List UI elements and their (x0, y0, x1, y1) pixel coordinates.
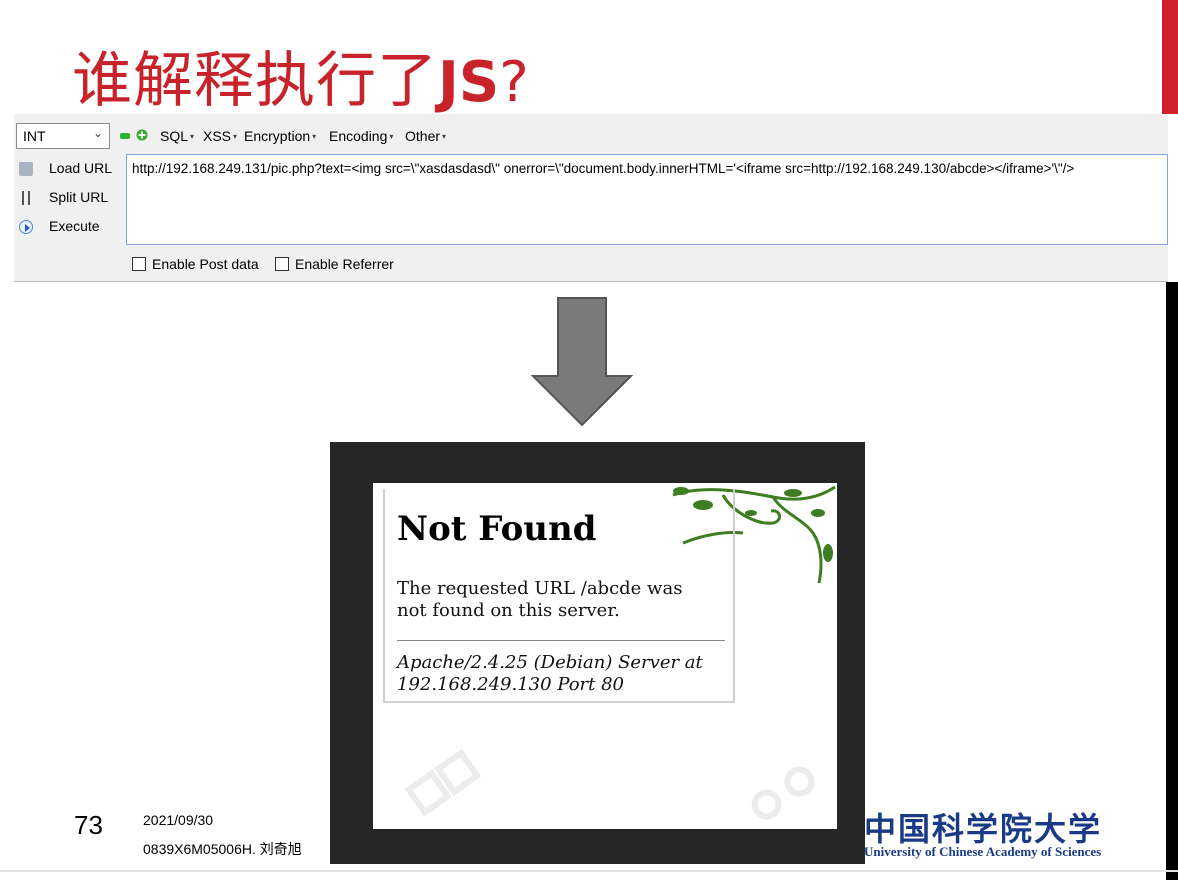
menu-other-label: Other (405, 128, 441, 144)
chevron-down-icon: ⌄ (92, 126, 103, 140)
menu-arrow-icon: ▾ (389, 132, 394, 141)
result-screenshot-frame: Not Found The requested URL /abcde was n… (330, 442, 865, 864)
enable-referrer-label: Enable Referrer (295, 256, 394, 272)
menu-encoding-label: Encoding (329, 128, 388, 144)
slide-title-question: ? (499, 50, 529, 115)
menu-encryption-label: Encryption (244, 128, 311, 144)
load-url-icon (19, 162, 33, 176)
enable-referrer-checkbox[interactable]: Enable Referrer (275, 256, 394, 272)
url-textarea[interactable]: http://192.168.249.131/pic.php?text=<img… (126, 154, 1168, 245)
hackbar-panel: INT ⌄ SQL ▾ XSS ▾ Encryption ▾ Encoding ▾ Ot… (14, 114, 1168, 282)
menu-sql[interactable]: SQL ▾ (160, 128, 194, 144)
slide-edge-accent (1162, 0, 1178, 114)
server-signature: Apache/2.4.25 (Debian) Server at 192.168… (397, 652, 703, 695)
checkbox-box[interactable] (132, 257, 146, 271)
menu-arrow-icon: ▾ (442, 132, 447, 141)
course-code: 0839X6M05006H. 刘奇旭 (143, 841, 302, 857)
menu-sql-label: SQL (160, 128, 189, 144)
error-box: Not Found The requested URL /abcde was n… (383, 489, 735, 703)
slide-edge-bar (1166, 282, 1178, 880)
load-url-button[interactable]: Load URL (14, 159, 124, 185)
execute-label: Execute (49, 218, 100, 234)
slide-title: 谁解释执行了JS? (72, 32, 529, 116)
error-title: Not Found (397, 509, 597, 549)
type-select-value: INT (23, 128, 46, 144)
increase-icon[interactable] (136, 129, 148, 141)
watermark-icon (751, 766, 815, 820)
menu-other[interactable]: Other ▾ (405, 128, 446, 144)
play-icon (19, 220, 33, 234)
load-url-label: Load URL (49, 160, 113, 176)
menu-xss-label: XSS (203, 128, 232, 144)
error-message: The requested URL /abcde was not found o… (397, 578, 683, 621)
execute-button[interactable]: Execute (14, 217, 124, 243)
menu-xss[interactable]: XSS ▾ (203, 128, 237, 144)
menu-arrow-icon: ▾ (312, 132, 317, 141)
menu-encryption[interactable]: Encryption ▾ (244, 128, 316, 144)
down-arrow-icon (530, 297, 634, 427)
scissors-icon (22, 191, 30, 205)
page-number: 73 (74, 810, 103, 840)
hackbar-toolbar: INT ⌄ SQL ▾ XSS ▾ Encryption ▾ Encoding ▾ Ot… (14, 121, 1168, 151)
divider (397, 640, 725, 641)
result-page: Not Found The requested URL /abcde was n… (373, 483, 837, 829)
menu-arrow-icon: ▾ (190, 132, 195, 141)
enable-post-data-checkbox[interactable]: Enable Post data (132, 256, 259, 272)
split-url-button[interactable]: Split URL (14, 188, 124, 214)
enable-post-data-label: Enable Post data (152, 256, 259, 272)
slide-title-js: JS (438, 50, 500, 115)
menu-encoding[interactable]: Encoding ▾ (329, 128, 393, 144)
slide-title-chinese: 谁解释执行了 (72, 46, 438, 116)
university-logo-en: University of Chinese Academy of Science… (864, 844, 1102, 859)
decrease-icon[interactable] (120, 133, 130, 139)
footer-divider (0, 870, 1178, 872)
watermark-icon (404, 748, 482, 817)
menu-arrow-icon: ▾ (233, 132, 238, 141)
split-url-label: Split URL (49, 189, 109, 205)
slide-date: 2021/09/30 (143, 812, 214, 828)
checkbox-box[interactable] (275, 257, 289, 271)
type-select[interactable]: INT ⌄ (16, 123, 110, 149)
